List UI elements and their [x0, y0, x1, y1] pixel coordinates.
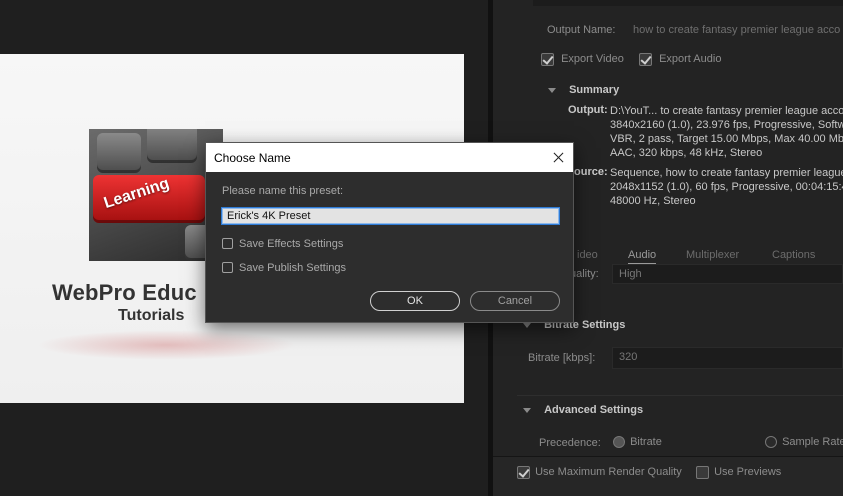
preset-name-input[interactable] — [221, 207, 560, 225]
logo-subtitle: Tutorials — [118, 307, 185, 324]
export-audio-label: Export Audio — [659, 53, 722, 66]
output-name-link[interactable]: how to create fantasy premier league acc… — [633, 24, 840, 36]
keyboard-key — [147, 129, 197, 163]
summary-output-line: VBR, 2 pass, Target 15.00 Mbps, Max 40.0… — [610, 133, 843, 145]
tab-audio[interactable]: Audio — [628, 249, 657, 264]
use-previews-checkbox[interactable]: Use Previews — [696, 466, 781, 479]
checkbox-icon — [696, 466, 709, 479]
audio-quality-dropdown[interactable]: High — [612, 264, 843, 284]
dialog-title: Choose Name — [214, 151, 291, 165]
precedence-sample-rate-radio[interactable]: Sample Rate — [765, 436, 843, 449]
export-audio-checkbox[interactable]: Export Audio — [639, 53, 721, 66]
preset-name-prompt: Please name this preset: — [222, 185, 344, 197]
save-effects-checkbox[interactable]: Save Effects Settings — [222, 238, 343, 250]
ok-button[interactable]: OK — [370, 291, 460, 311]
checkmark-icon — [541, 53, 554, 66]
logo-title: WebPro Educ — [52, 280, 197, 305]
summary-output-details: D:\YouT... to create fantasy premier lea… — [610, 104, 843, 160]
logo-shadow — [36, 330, 296, 360]
summary-source-details: Sequence, how to create fantasy premier … — [610, 166, 843, 208]
use-previews-label: Use Previews — [714, 466, 782, 479]
save-publish-checkbox[interactable]: Save Publish Settings — [222, 262, 346, 274]
chevron-down-icon — [548, 87, 556, 93]
summary-output-label: Output: — [568, 104, 608, 116]
summary-source-line: 2048x1152 (1.0), 60 fps, Progressive, 00… — [610, 181, 843, 193]
export-video-label: Export Video — [561, 53, 624, 66]
checkmark-icon — [517, 466, 530, 479]
chevron-down-icon — [523, 407, 531, 413]
cancel-button[interactable]: Cancel — [470, 291, 560, 311]
output-name-label: Output Name: — [547, 24, 616, 36]
summary-source-line: Sequence, how to create fantasy premier … — [610, 167, 843, 179]
summary-source-label: ource: — [574, 166, 608, 178]
precedence-sample-rate-label: Sample Rate — [782, 436, 843, 448]
precedence-bitrate-label: Bitrate — [630, 436, 662, 448]
close-icon[interactable] — [543, 143, 573, 172]
render-options-bar: Use Maximum Render Quality Use Previews — [493, 456, 843, 496]
keyboard-key — [97, 133, 141, 173]
summary-section-header[interactable]: Summary — [548, 84, 619, 96]
chevron-down-icon — [523, 322, 531, 328]
export-video-checkbox[interactable]: Export Video — [541, 53, 624, 66]
save-publish-label: Save Publish Settings — [239, 262, 347, 274]
summary-output-line: AAC, 320 kbps, 48 kHz, Stereo — [610, 147, 763, 159]
max-render-quality-checkbox[interactable]: Use Maximum Render Quality — [517, 466, 682, 479]
keyboard-learning-image: Learning — [89, 129, 223, 261]
tab-captions[interactable]: Captions — [772, 249, 815, 261]
summary-source-line: 48000 Hz, Stereo — [610, 195, 696, 207]
audio-quality-label: uality: — [570, 268, 599, 280]
comments-field[interactable] — [533, 0, 843, 6]
checkbox-icon — [222, 262, 233, 273]
checkmark-icon — [639, 53, 652, 66]
summary-output-line: 3840x2160 (1.0), 23.976 fps, Progressive… — [610, 119, 843, 131]
choose-name-dialog: Choose Name Please name this preset: Sav… — [205, 142, 574, 323]
advanced-section-heading: Advanced Settings — [544, 404, 644, 416]
precedence-label: Precedence: — [539, 437, 601, 449]
summary-heading: Summary — [569, 84, 620, 96]
save-effects-label: Save Effects Settings — [239, 238, 344, 250]
radio-selected-icon — [613, 436, 625, 449]
max-render-quality-label: Use Maximum Render Quality — [535, 466, 682, 479]
radio-icon — [765, 436, 777, 449]
advanced-section-header[interactable]: Advanced Settings — [523, 404, 643, 416]
dialog-titlebar[interactable]: Choose Name — [206, 143, 573, 172]
checkbox-icon — [222, 238, 233, 249]
summary-output-line: D:\YouT... to create fantasy premier lea… — [610, 105, 843, 117]
tab-video[interactable]: ideo — [577, 249, 598, 261]
tab-multiplexer[interactable]: Multiplexer — [686, 249, 739, 261]
precedence-bitrate-radio[interactable]: Bitrate — [613, 436, 662, 449]
section-divider — [517, 395, 843, 396]
bitrate-dropdown[interactable]: 320 — [612, 347, 843, 369]
export-settings-window: Learning WebPro Educ Tutorials Output Na… — [0, 0, 843, 496]
bitrate-label: Bitrate [kbps]: — [528, 352, 596, 364]
